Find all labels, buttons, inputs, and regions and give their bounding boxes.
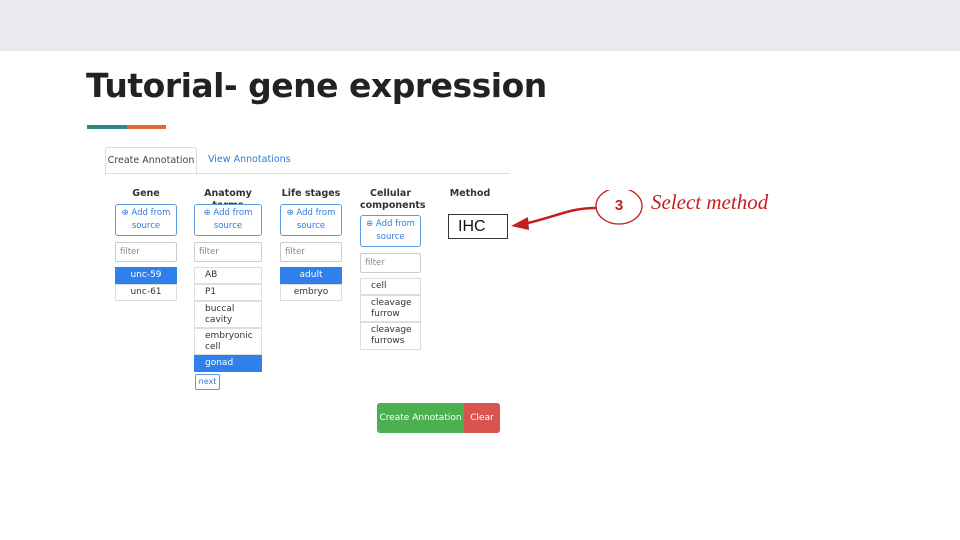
cellular-item-cleavage-furrow[interactable]: cleavage furrow bbox=[360, 295, 421, 322]
anatomy-item-ab[interactable]: AB bbox=[194, 267, 262, 284]
gene-heading: Gene bbox=[132, 188, 160, 199]
tab-create-annotation[interactable]: Create Annotation bbox=[105, 147, 197, 175]
annotation-screenshot: Create Annotation View Annotations Gene … bbox=[100, 145, 512, 441]
cellular-filter-input[interactable]: filter bbox=[360, 253, 421, 273]
gene-filter-input[interactable]: filter bbox=[115, 242, 177, 262]
step-label: Select method bbox=[651, 190, 769, 214]
gene-item-unc-59[interactable]: unc-59 bbox=[115, 267, 177, 284]
slide-title: Tutorial- gene expression bbox=[86, 66, 547, 105]
top-band bbox=[0, 0, 960, 51]
step-number-badge: 3 bbox=[614, 197, 624, 214]
create-annotation-button[interactable]: Create Annotation bbox=[377, 403, 464, 433]
accent-bar-teal bbox=[87, 125, 127, 129]
life-stage-item-embryo[interactable]: embryo bbox=[280, 284, 342, 301]
life-stages-filter-input[interactable]: filter bbox=[280, 242, 342, 262]
cellular-item-cell[interactable]: cell bbox=[360, 278, 421, 295]
anatomy-item-buccal-cavity[interactable]: buccal cavity bbox=[194, 301, 262, 328]
life-stage-item-adult[interactable]: adult bbox=[280, 267, 342, 284]
method-select[interactable]: IHC bbox=[448, 214, 508, 239]
accent-bar-orange bbox=[127, 125, 166, 129]
anatomy-item-embryonic-cell[interactable]: embryonic cell bbox=[194, 328, 262, 355]
anatomy-add-from-source-button[interactable]: ⊕ Add from source bbox=[194, 204, 262, 236]
clear-button[interactable]: Clear bbox=[464, 403, 500, 433]
cellular-item-cleavage-furrows[interactable]: cleavage furrows bbox=[360, 322, 421, 350]
gene-item-unc-61[interactable]: unc-61 bbox=[115, 284, 177, 301]
life-stages-add-from-source-button[interactable]: ⊕ Add from source bbox=[280, 204, 342, 236]
anatomy-item-gonad[interactable]: gonad bbox=[194, 355, 262, 372]
anatomy-filter-input[interactable]: filter bbox=[194, 242, 262, 262]
cellular-add-from-source-button[interactable]: ⊕ Add from source bbox=[360, 215, 421, 247]
anatomy-item-p1[interactable]: P1 bbox=[194, 284, 262, 301]
method-heading: Method bbox=[449, 188, 491, 199]
anatomy-next-button[interactable]: next bbox=[195, 374, 220, 390]
tab-divider bbox=[105, 173, 510, 174]
cellular-components-heading: Cellular components bbox=[360, 188, 426, 211]
tab-view-annotations[interactable]: View Annotations bbox=[208, 147, 291, 173]
gene-add-from-source-button[interactable]: ⊕ Add from source bbox=[115, 204, 177, 236]
life-stages-heading: Life stages bbox=[281, 188, 341, 199]
